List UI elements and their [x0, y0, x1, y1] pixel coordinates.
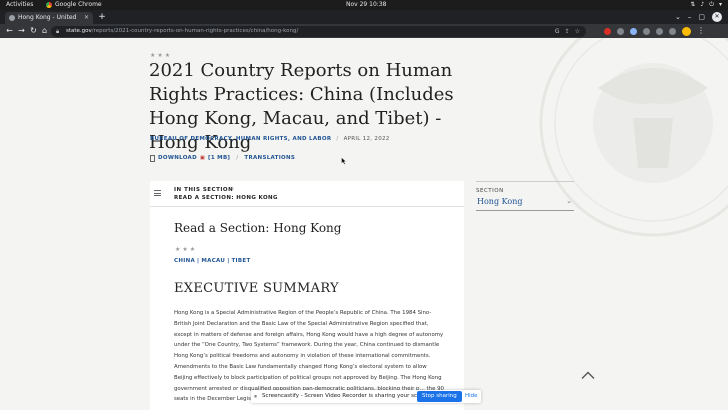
read-section-label: READ A SECTION: HONG KONG — [174, 195, 278, 201]
minimize-icon[interactable]: – — [688, 12, 692, 22]
extension-icon-3[interactable] — [630, 27, 637, 35]
section-dropdown-value: Hong Kong — [477, 197, 523, 206]
china-link[interactable]: CHINA — [174, 258, 195, 264]
report-card: IN THIS SECTION › READ A SECTION: HONG K… — [150, 181, 464, 410]
web-page: ★★★ 2021 Country Reports on Human Rights… — [0, 38, 728, 410]
section-navigator[interactable]: IN THIS SECTION › READ A SECTION: HONG K… — [150, 181, 464, 207]
section-dropdown[interactable]: Hong Kong ⌄ — [476, 195, 574, 211]
mouse-cursor-icon — [341, 157, 347, 165]
window-close-icon[interactable]: ✕ — [712, 12, 722, 22]
extension-icon-2[interactable] — [617, 27, 624, 35]
back-icon[interactable]: ← — [4, 24, 15, 38]
puzzle-extensions-icon[interactable] — [656, 27, 663, 35]
system-tray[interactable]: ⇅ ♪ ⏻ ▾ — [690, 0, 722, 10]
google-lens-icon[interactable]: G — [555, 26, 560, 37]
address-bar[interactable]: 🔒︎ state.gov/reports/2021-country-report… — [51, 26, 586, 37]
opera-extension-icon[interactable] — [604, 27, 611, 35]
stop-sharing-button[interactable]: Stop sharing — [417, 391, 462, 402]
download-row: DOWNLOAD ▣ [1 MB] / TRANSLATIONS — [150, 154, 295, 162]
system-top-bar: Activities Google Chrome Nov 29 10:38 ⇅ … — [0, 0, 728, 10]
in-this-section-label: IN THIS SECTION — [174, 187, 234, 193]
document-icon — [150, 154, 155, 162]
activities-button[interactable]: Activities — [6, 0, 33, 10]
maximize-icon[interactable]: ▢ — [698, 12, 705, 22]
power-icon: ⏻ — [709, 1, 714, 8]
extension-icon-4[interactable] — [643, 27, 650, 35]
state-gov-favicon-icon — [9, 15, 15, 21]
chevron-down-icon: ⌄ — [566, 197, 572, 205]
tab-close-icon[interactable]: ✕ — [84, 12, 89, 24]
hamburger-menu-icon[interactable] — [154, 190, 161, 198]
macau-link[interactable]: MACAU — [201, 258, 225, 264]
screencastify-sharing-bar: ⏸ Screencastify - Screen Video Recorder … — [251, 390, 481, 403]
section-heading: Read a Section: Hong Kong — [174, 221, 342, 235]
forward-icon[interactable]: → — [16, 24, 27, 38]
chrome-icon — [46, 2, 52, 8]
chevron-down-icon: ▾ — [718, 1, 722, 8]
region-links: CHINA | MACAU | TIBET — [174, 258, 251, 264]
section-stars: ★★★ — [175, 246, 198, 253]
profile-avatar[interactable] — [682, 26, 691, 36]
report-meta: BUREAU OF DEMOCRACY, HUMAN RIGHTS, AND L… — [150, 136, 390, 142]
extensions-area: ⋮ — [604, 24, 705, 38]
bureau-link[interactable]: BUREAU OF DEMOCRACY, HUMAN RIGHTS, AND L… — [150, 136, 331, 142]
hide-button[interactable]: Hide — [465, 390, 478, 403]
app-menu[interactable]: Google Chrome — [46, 0, 102, 10]
app-name-label: Google Chrome — [55, 1, 102, 8]
sidebar-icon[interactable] — [669, 27, 676, 35]
section-select-label: SECTION — [476, 188, 504, 194]
browser-toolbar: ← → ↻ ⌂ 🔒︎ state.gov/reports/2021-countr… — [0, 24, 728, 38]
translations-link[interactable]: TRANSLATIONS — [244, 154, 295, 162]
new-tab-button[interactable]: + — [97, 12, 107, 22]
tab-strip: Hong Kong - United State ✕ + ⌄ – ▢ ✕ — [0, 10, 728, 33]
sharing-message: Screencastify - Screen Video Recorder is… — [262, 393, 432, 399]
tab-search-icon[interactable]: ⌄ — [675, 12, 681, 22]
lock-icon[interactable]: 🔒︎ — [56, 28, 59, 35]
chevron-right-icon: › — [232, 186, 234, 192]
clock[interactable]: Nov 29 10:38 — [346, 0, 386, 10]
share-icon[interactable]: ⇪ — [565, 26, 570, 37]
network-icon: ⇅ — [690, 1, 696, 8]
browser-tab-hong-kong[interactable]: Hong Kong - United State ✕ — [5, 12, 93, 33]
url-text[interactable]: state.gov/reports/2021-country-reports-o… — [66, 26, 298, 37]
section-divider — [476, 181, 574, 182]
header-stars: ★★★ — [150, 52, 173, 59]
bookmark-star-icon[interactable]: ☆ — [575, 26, 580, 37]
report-date: APRIL 12, 2022 — [343, 136, 390, 142]
download-link[interactable]: DOWNLOAD — [158, 154, 197, 162]
download-size: [1 MB] — [208, 155, 231, 161]
pdf-icon: ▣ — [199, 155, 206, 161]
back-to-top-icon[interactable] — [581, 371, 595, 380]
executive-summary-heading: EXECUTIVE SUMMARY — [174, 281, 339, 296]
reload-icon[interactable]: ↻ — [28, 24, 39, 38]
chrome-menu-icon[interactable]: ⋮ — [697, 24, 705, 38]
tibet-link[interactable]: TIBET — [232, 258, 251, 264]
home-icon[interactable]: ⌂ — [39, 24, 50, 38]
screen-share-icon: ⏸ — [254, 393, 258, 400]
window-controls: ⌄ – ▢ ✕ — [675, 12, 722, 22]
volume-icon: ♪ — [700, 1, 705, 8]
